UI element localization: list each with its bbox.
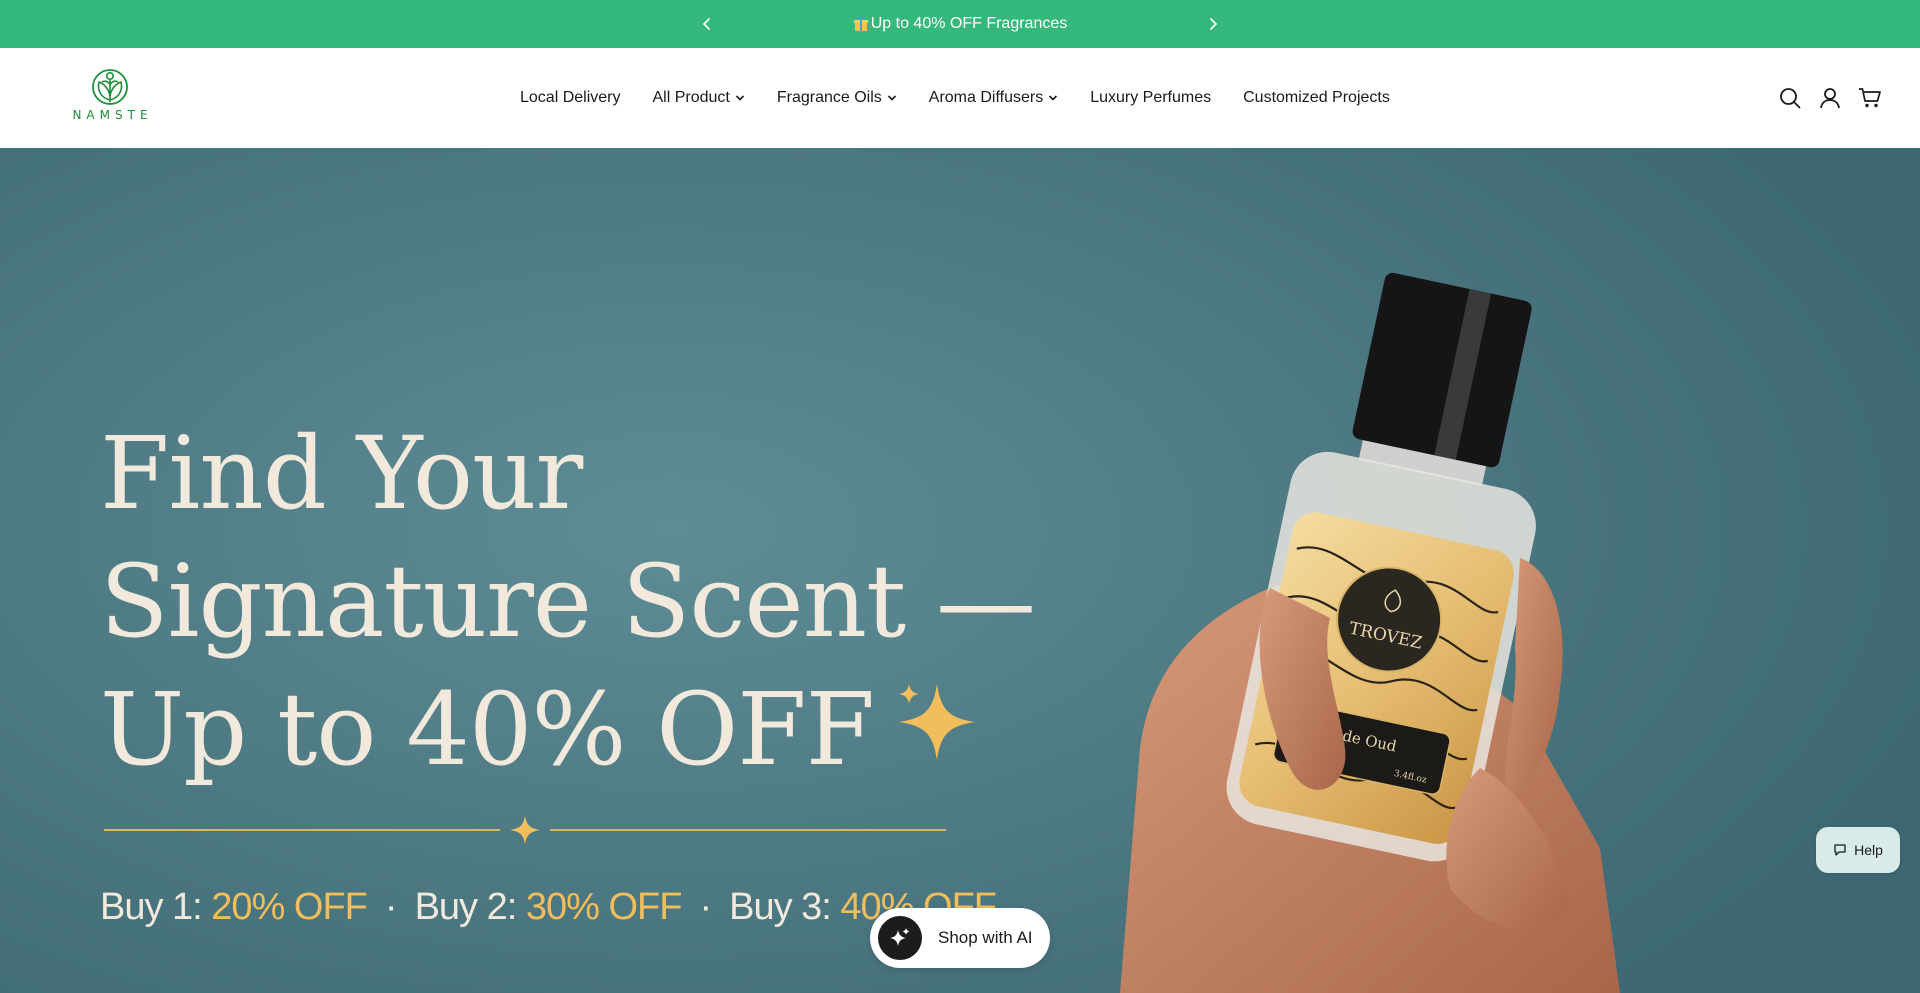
offer-prefix: Buy 2:: [414, 886, 518, 928]
separator-dot: ·: [384, 886, 398, 928]
nav-item-label: All Product: [652, 89, 730, 106]
offer-prefix: Buy 3:: [729, 886, 832, 928]
help-label: Help: [1854, 842, 1883, 858]
shop-with-ai-button[interactable]: Shop with AI: [870, 908, 1050, 968]
chevron-right-icon: [1210, 18, 1217, 30]
nav-item-customized-projects[interactable]: Customized Projects: [1243, 89, 1390, 107]
nav-item-local-delivery[interactable]: Local Delivery: [520, 89, 620, 107]
header-actions: [1762, 48, 1882, 148]
nav-item-aroma-diffusers[interactable]: Aroma Diffusers: [929, 89, 1058, 107]
offers-line: Buy 1: 20% OFF · Buy 2: 30% OFF · Buy 3: 40%…: [100, 886, 997, 929]
hero-title-line: Find Your: [100, 415, 583, 532]
chevron-left-icon: [703, 18, 710, 30]
offer-item: Buy 2: 30% OFF: [414, 886, 683, 928]
logo[interactable]: NAMSTE: [60, 68, 160, 130]
gift-icon: [853, 16, 869, 32]
logo-text: NAMSTE: [72, 108, 153, 122]
chat-bubble-icon: [1834, 844, 1846, 856]
decorative-divider: [104, 816, 946, 844]
account-icon[interactable]: [1818, 86, 1842, 110]
ai-sparkle-icon: [878, 916, 922, 960]
nav-item-label: Fragrance Oils: [776, 89, 882, 106]
chevron-down-icon: [887, 94, 897, 102]
announcement-next-button[interactable]: [1193, 0, 1233, 48]
hero-title-line: Signature Scent —: [100, 543, 1036, 660]
separator-dot: ·: [699, 886, 712, 928]
shop-with-ai-label: Shop with AI: [938, 928, 1033, 947]
cart-icon[interactable]: [1858, 86, 1882, 110]
hero-banner[interactable]: TROVEZ Ode Oud 100ml 3.4fl.oz Find Your …: [0, 148, 1920, 993]
lotus-logo-icon: [92, 69, 128, 105]
nav-item-all-product[interactable]: All Product: [652, 89, 744, 107]
site-header: NAMSTE Local Delivery All Product Fragra…: [0, 48, 1920, 148]
nav-item-label: Local Delivery: [520, 89, 621, 106]
chevron-down-icon: [1048, 94, 1058, 102]
nav-item-label: Luxury Perfumes: [1090, 89, 1212, 106]
main-nav: Local Delivery All Product Fragrance Oil…: [520, 48, 1422, 148]
announcement-text: Up to 40% OFF Fragrances: [870, 15, 1068, 32]
announcement-message[interactable]: Up to 40% OFF Fragrances: [760, 0, 1160, 48]
offer-item: Buy 1: 20% OFF: [100, 886, 368, 928]
offer-prefix: Buy 1:: [100, 886, 203, 928]
announcement-prev-button[interactable]: [687, 0, 727, 48]
sparkle-icon: [899, 684, 975, 760]
offer-discount: 20% OFF: [211, 886, 368, 928]
announcement-bar: Up to 40% OFF Fragrances: [0, 0, 1920, 48]
chevron-down-icon: [735, 94, 745, 102]
help-button[interactable]: Help: [1816, 827, 1900, 873]
nav-item-fragrance-oils[interactable]: Fragrance Oils: [777, 89, 897, 107]
offer-discount: 30% OFF: [525, 886, 683, 928]
nav-item-label: Aroma Diffusers: [928, 89, 1044, 106]
search-icon[interactable]: [1778, 86, 1802, 110]
perfume-bottle-image: TROVEZ Ode Oud 100ml 3.4fl.oz: [1120, 272, 1620, 993]
nav-item-luxury-perfumes[interactable]: Luxury Perfumes: [1090, 89, 1211, 107]
nav-item-label: Customized Projects: [1243, 89, 1390, 106]
